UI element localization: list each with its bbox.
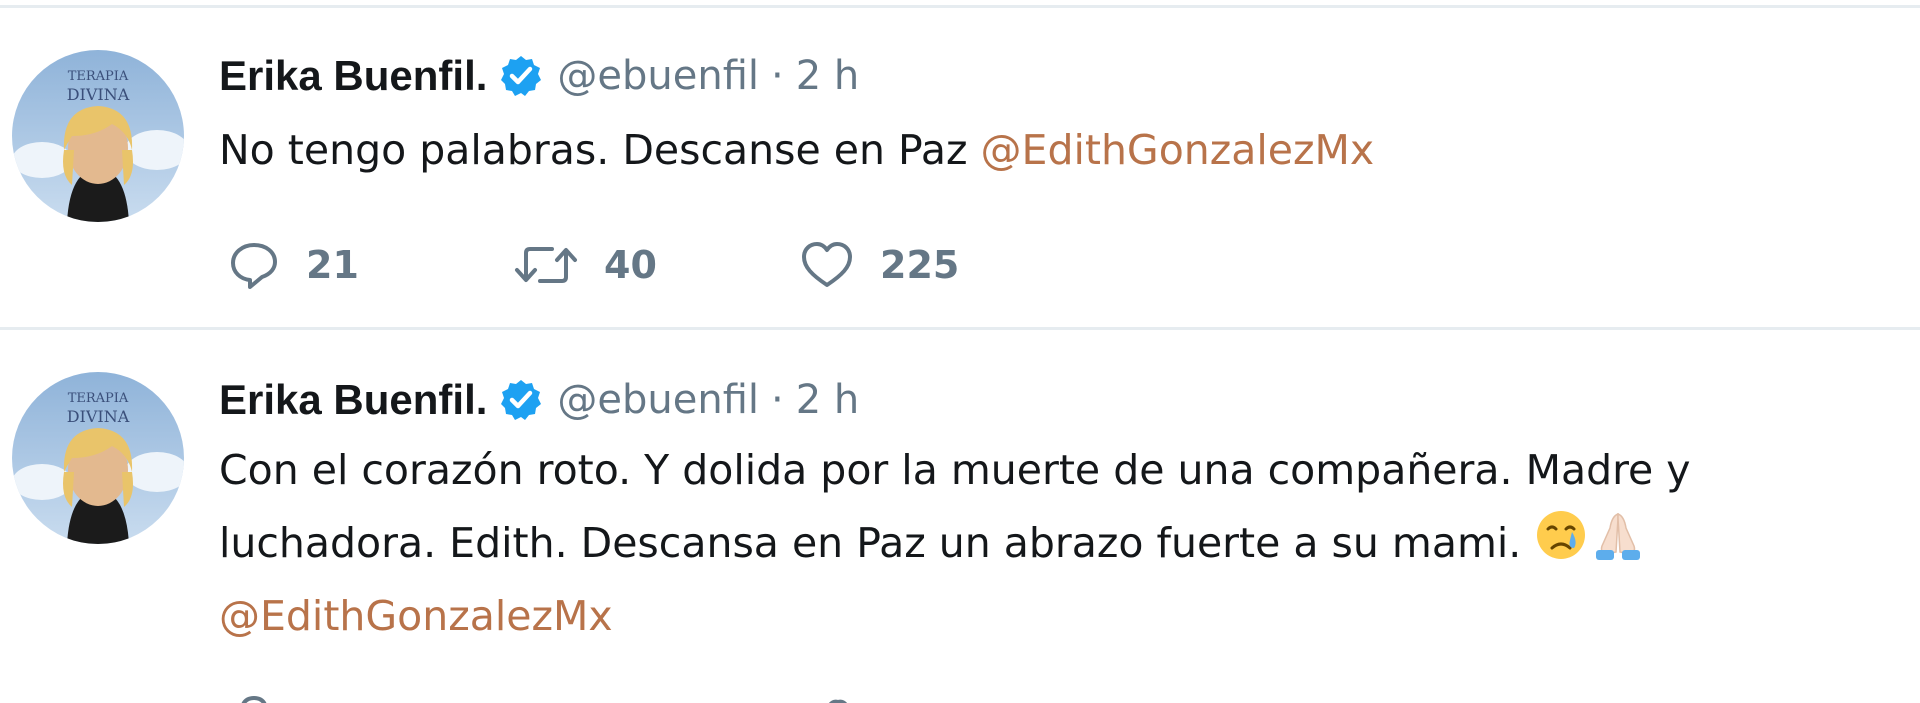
tweet-text-line: @EdithGonzalezMx: [219, 580, 1899, 653]
partial-action-icons: [241, 695, 848, 703]
avatar[interactable]: TERAPIA DIVINA: [12, 372, 184, 544]
verified-badge-icon: [499, 378, 543, 422]
mention-link[interactable]: @EdithGonzalezMx: [219, 592, 613, 640]
avatar-image: TERAPIA DIVINA: [12, 50, 184, 222]
reply-icon: [228, 239, 280, 291]
tweet-actions-partial: [228, 692, 928, 703]
tweet-actions: 21 40 225: [228, 230, 1000, 300]
retweet-count: 40: [604, 243, 657, 287]
folded-hands-icon: [1588, 508, 1648, 585]
tweet-text: No tengo palabras. Descanse en Paz @Edit…: [219, 114, 1899, 187]
avatar[interactable]: TERAPIA DIVINA: [12, 50, 184, 222]
handle[interactable]: @ebuenfil: [557, 377, 759, 423]
like-count: 225: [880, 243, 960, 287]
timestamp[interactable]: 2 h: [796, 377, 860, 423]
tweet-header: Erika Buenfil. @ebuenfil · 2 h: [219, 372, 859, 428]
verified-badge-icon: [499, 54, 543, 98]
reply-button[interactable]: 21: [228, 239, 514, 291]
separator-dot: ·: [771, 377, 784, 423]
tweet-text-plain: No tengo palabras. Descanse en Paz: [219, 126, 981, 174]
separator-dot: ·: [771, 53, 784, 99]
tweet-text-line: Con el corazón roto. Y dolida por la mue…: [219, 434, 1899, 507]
avatar-title-2: DIVINA: [67, 85, 130, 104]
handle[interactable]: @ebuenfil: [557, 53, 759, 99]
heart-icon: [800, 239, 854, 291]
mention-link[interactable]: @EdithGonzalezMx: [981, 126, 1375, 174]
tweet-header: Erika Buenfil. @ebuenfil · 2 h: [219, 48, 859, 104]
timestamp[interactable]: 2 h: [796, 53, 860, 99]
timeline: TERAPIA DIVINA Erika Buenfil. @ebuenfil …: [0, 0, 1920, 703]
reply-count: 21: [306, 243, 359, 287]
tweet-text-line: luchadora. Edith. Descansa en Paz un abr…: [219, 507, 1899, 580]
display-name[interactable]: Erika Buenfil.: [219, 376, 487, 424]
retweet-icon: [514, 239, 578, 291]
tweet-text-line: No tengo palabras. Descanse en Paz @Edit…: [219, 114, 1899, 187]
tweet-text: Con el corazón roto. Y dolida por la mue…: [219, 434, 1899, 653]
avatar-title-1: TERAPIA: [68, 391, 129, 406]
like-button[interactable]: 225: [800, 239, 1000, 291]
avatar-title-2: DIVINA: [67, 407, 130, 426]
tweet[interactable]: TERAPIA DIVINA Erika Buenfil. @ebuenfil …: [0, 0, 1920, 326]
tweet-text-plain: luchadora. Edith. Descansa en Paz un abr…: [219, 519, 1535, 567]
retweet-button[interactable]: 40: [514, 239, 800, 291]
display-name[interactable]: Erika Buenfil.: [219, 52, 487, 100]
avatar-title-1: TERAPIA: [68, 69, 129, 84]
crying-face-icon: [1534, 508, 1588, 585]
avatar-image: TERAPIA DIVINA: [12, 372, 184, 544]
tweet-text-plain: Con el corazón roto. Y dolida por la mue…: [219, 446, 1691, 494]
